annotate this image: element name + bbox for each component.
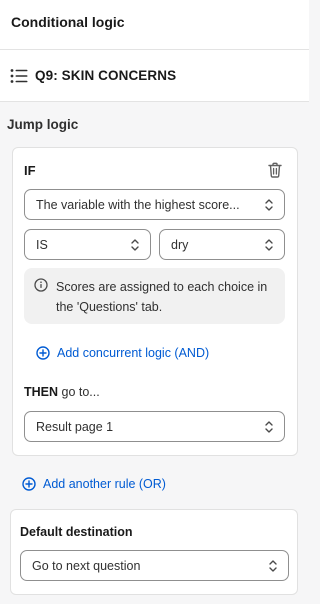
if-label: IF bbox=[24, 163, 36, 178]
select-chevron-icon bbox=[269, 560, 277, 572]
destination-select-value: Result page 1 bbox=[36, 420, 114, 434]
select-chevron-icon bbox=[265, 421, 273, 433]
value-select-value: dry bbox=[171, 238, 189, 252]
info-text: Scores are assigned to each choice in th… bbox=[56, 280, 268, 314]
panel-title: Conditional logic bbox=[11, 14, 125, 30]
logic-rule-card: IF The variable with the highest score..… bbox=[12, 147, 298, 456]
destination-select[interactable]: Result page 1 bbox=[24, 411, 285, 442]
select-chevron-icon bbox=[265, 199, 273, 211]
then-keyword: THEN bbox=[24, 385, 59, 399]
select-chevron-icon bbox=[131, 239, 139, 251]
operator-select[interactable]: IS bbox=[24, 229, 151, 260]
add-concurrent-logic-label: Add concurrent logic (AND) bbox=[57, 346, 210, 360]
then-text: go to... bbox=[58, 385, 100, 399]
plus-circle-icon bbox=[36, 346, 50, 360]
default-destination-value: Go to next question bbox=[32, 559, 141, 573]
variable-select[interactable]: The variable with the highest score... bbox=[24, 189, 285, 220]
jump-logic-heading: Jump logic bbox=[7, 117, 79, 132]
variable-select-value: The variable with the highest score... bbox=[36, 198, 240, 212]
default-destination-label: Default destination bbox=[20, 525, 133, 539]
list-icon bbox=[10, 69, 28, 83]
default-destination-card: Default destination Go to next question bbox=[10, 509, 298, 595]
add-concurrent-logic-button[interactable]: Add concurrent logic (AND) bbox=[36, 346, 209, 360]
question-title: Q9: SKIN CONCERNS bbox=[35, 68, 177, 83]
panel-header: Conditional logic bbox=[0, 0, 309, 50]
add-another-rule-label: Add another rule (OR) bbox=[43, 477, 166, 491]
select-chevron-icon bbox=[265, 239, 273, 251]
info-icon bbox=[34, 278, 48, 292]
add-another-rule-button[interactable]: Add another rule (OR) bbox=[22, 477, 166, 491]
plus-circle-icon bbox=[22, 477, 36, 491]
value-select[interactable]: dry bbox=[159, 229, 285, 260]
then-label: THEN go to... bbox=[24, 385, 100, 399]
operator-select-value: IS bbox=[36, 238, 48, 252]
trash-icon[interactable] bbox=[268, 162, 282, 178]
question-header: Q9: SKIN CONCERNS bbox=[0, 50, 309, 102]
info-banner: Scores are assigned to each choice in th… bbox=[24, 268, 285, 324]
default-destination-select[interactable]: Go to next question bbox=[20, 550, 289, 581]
